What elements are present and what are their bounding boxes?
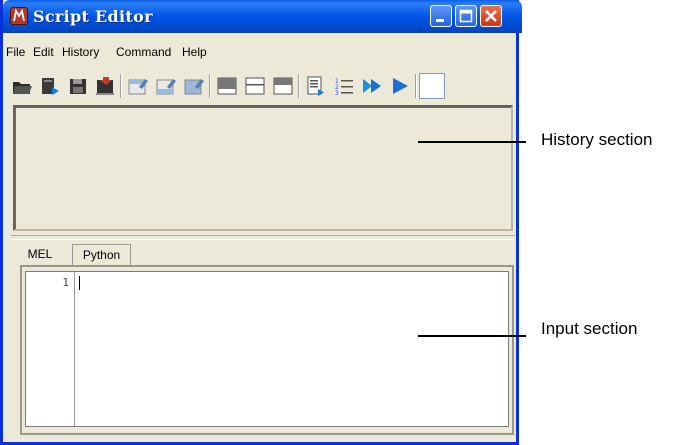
menu-edit[interactable]: Edit bbox=[33, 45, 54, 59]
show-both-icon bbox=[273, 77, 293, 95]
history-callout-label: History section bbox=[541, 130, 653, 149]
execute-all-icon bbox=[363, 79, 381, 93]
line-number-gutter: 1 bbox=[26, 272, 75, 426]
tab-python[interactable]: Python bbox=[72, 244, 131, 265]
close-button[interactable] bbox=[480, 5, 502, 27]
history-callout-line bbox=[418, 141, 526, 143]
show-input-only-icon bbox=[245, 77, 265, 95]
toolbar: 1 2 3 bbox=[6, 71, 518, 102]
minimize-icon bbox=[436, 19, 444, 22]
clear-history-button[interactable] bbox=[127, 75, 149, 97]
save-to-shelf-button[interactable] bbox=[94, 75, 116, 97]
maximize-icon bbox=[459, 9, 473, 23]
history-pane[interactable] bbox=[13, 105, 513, 231]
minimize-button[interactable] bbox=[430, 5, 452, 27]
title-bar[interactable]: Script Editor bbox=[3, 0, 522, 33]
input-callout-label: Input section bbox=[541, 319, 638, 338]
save-script-button[interactable] bbox=[67, 75, 89, 97]
execute-icon bbox=[393, 78, 408, 94]
menu-help[interactable]: Help bbox=[182, 45, 207, 59]
show-line-numbers-icon: 1 2 3 bbox=[335, 78, 353, 97]
line-number: 1 bbox=[62, 276, 69, 289]
echo-all-commands-button[interactable] bbox=[305, 75, 327, 97]
input-editor[interactable]: 1 bbox=[25, 271, 509, 427]
window-title: Script Editor bbox=[33, 7, 153, 26]
show-both-button[interactable] bbox=[272, 75, 294, 97]
toolbar-overflow-field[interactable] bbox=[419, 73, 445, 99]
source-script-button[interactable] bbox=[39, 75, 61, 97]
svg-text:3: 3 bbox=[335, 90, 339, 97]
input-callout-line bbox=[418, 335, 526, 337]
show-history-only-button[interactable] bbox=[216, 75, 238, 97]
show-input-only-button[interactable] bbox=[244, 75, 266, 97]
clear-history-icon bbox=[128, 79, 148, 95]
maximize-button[interactable] bbox=[455, 5, 477, 27]
toolbar-separator bbox=[415, 74, 417, 98]
show-line-numbers-button[interactable]: 1 2 3 bbox=[333, 75, 355, 97]
save-to-shelf-icon bbox=[96, 77, 114, 95]
save-script-icon bbox=[70, 79, 86, 94]
source-script-icon bbox=[42, 78, 59, 95]
menu-history[interactable]: History bbox=[62, 45, 99, 59]
input-pane-frame: 1 bbox=[20, 265, 514, 435]
maya-app-icon[interactable] bbox=[10, 7, 28, 25]
show-history-only-icon bbox=[217, 77, 237, 95]
toolbar-separator bbox=[298, 74, 300, 98]
clear-all-icon bbox=[184, 79, 204, 95]
toolbar-separator bbox=[209, 74, 211, 98]
script-editor-window: Script Editor File Edit History Command … bbox=[0, 0, 522, 445]
tab-mel[interactable]: MEL bbox=[20, 244, 60, 265]
clear-input-button[interactable] bbox=[155, 75, 177, 97]
clear-all-button[interactable] bbox=[183, 75, 205, 97]
open-script-icon bbox=[13, 82, 32, 94]
execute-all-button[interactable] bbox=[361, 75, 383, 97]
clear-input-icon bbox=[156, 79, 176, 95]
menu-file[interactable]: File bbox=[6, 45, 25, 59]
execute-button[interactable] bbox=[389, 75, 411, 97]
text-caret bbox=[79, 276, 80, 290]
pane-splitter[interactable] bbox=[11, 235, 515, 240]
menu-command[interactable]: Command bbox=[116, 45, 171, 59]
toolbar-separator bbox=[120, 74, 122, 98]
open-script-button[interactable] bbox=[11, 75, 33, 97]
close-icon bbox=[485, 10, 497, 22]
echo-all-commands-icon bbox=[307, 76, 324, 96]
